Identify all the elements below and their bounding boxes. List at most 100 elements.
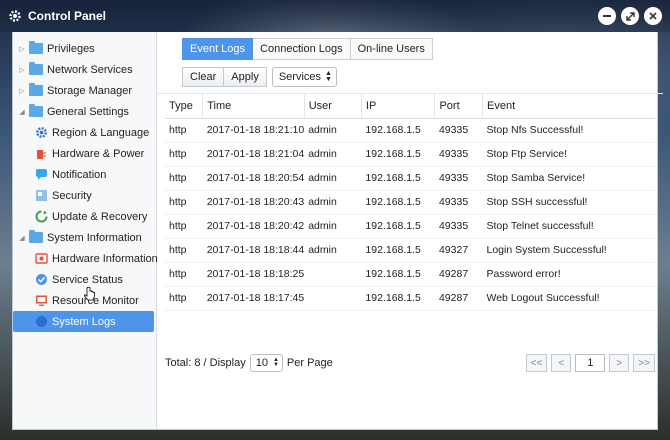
column-header-port[interactable]: Port bbox=[434, 94, 483, 119]
column-header-user[interactable]: User bbox=[304, 94, 362, 119]
caret-right-icon[interactable]: ▷ bbox=[17, 87, 27, 95]
tab-connection-logs[interactable]: Connection Logs bbox=[253, 38, 351, 60]
pagination: << < 1 > >> bbox=[522, 354, 655, 372]
last-page-button[interactable]: >> bbox=[633, 354, 655, 372]
cell-port: 49335 bbox=[434, 118, 483, 143]
tab-on-line-users[interactable]: On-line Users bbox=[350, 38, 433, 60]
cell-port: 49335 bbox=[434, 190, 483, 215]
services-filter-select[interactable]: Services ▲ ▼ bbox=[271, 66, 337, 87]
window-title: Control Panel bbox=[28, 9, 107, 23]
clear-button[interactable]: Clear bbox=[182, 66, 225, 87]
cell-time: 2017-01-18 18:21:04 bbox=[202, 142, 305, 167]
minimize-button[interactable] bbox=[598, 7, 616, 25]
cell-port: 49327 bbox=[434, 238, 483, 263]
cell-event: Stop SSH successful! bbox=[482, 190, 655, 215]
table-header-row: Type Time User IP Port Event bbox=[165, 94, 655, 119]
table-row[interactable]: http 2017-01-18 18:17:45 192.168.1.5 49287 W… bbox=[165, 286, 655, 311]
per-page-value: 10 bbox=[255, 357, 268, 369]
table-row[interactable]: http 2017-01-18 18:20:54 admin 192.168.1.5 4… bbox=[165, 166, 655, 191]
cell-time: 2017-01-18 18:20:43 bbox=[202, 190, 305, 215]
cell-type: http bbox=[165, 262, 203, 287]
caret-right-icon[interactable]: ▷ bbox=[17, 66, 27, 74]
cell-port: 49287 bbox=[434, 262, 483, 287]
table-row[interactable]: http 2017-01-18 18:18:44 admin 192.168.1.5 4… bbox=[165, 238, 655, 263]
gear-icon bbox=[8, 9, 22, 23]
expand-icon bbox=[625, 11, 635, 21]
table-row[interactable]: http 2017-01-18 18:21:04 admin 192.168.1.5 4… bbox=[165, 142, 655, 167]
cell-ip: 192.168.1.5 bbox=[361, 286, 435, 311]
apply-button[interactable]: Apply bbox=[224, 66, 267, 87]
cell-user: admin bbox=[304, 166, 362, 191]
sidebar-item-update-recovery[interactable]: Update & Recovery bbox=[13, 206, 156, 227]
cell-event: Stop Ftp Service! bbox=[482, 142, 655, 167]
refresh-icon bbox=[35, 210, 48, 223]
title-bar[interactable]: Control Panel bbox=[0, 0, 670, 32]
sidebar-item-storage-manager[interactable]: ▷ Storage Manager bbox=[13, 80, 156, 101]
logs-icon bbox=[35, 315, 48, 328]
cell-port: 49287 bbox=[434, 286, 483, 311]
sidebar-item-general-settings[interactable]: ◢ General Settings bbox=[13, 101, 156, 122]
cell-ip: 192.168.1.5 bbox=[361, 214, 435, 239]
tab-event-logs[interactable]: Event Logs bbox=[182, 38, 254, 60]
maximize-button[interactable] bbox=[621, 7, 639, 25]
table-row[interactable]: http 2017-01-18 18:21:10 admin 192.168.1.5 4… bbox=[165, 118, 655, 143]
sidebar-item-privileges[interactable]: ▷ Privileges bbox=[13, 38, 156, 59]
cell-time: 2017-01-18 18:17:45 bbox=[202, 286, 305, 311]
sidebar-item-system-information[interactable]: ◢ System Information bbox=[13, 227, 156, 248]
cell-ip: 192.168.1.5 bbox=[361, 166, 435, 191]
cell-user: admin bbox=[304, 238, 362, 263]
table-row[interactable]: http 2017-01-18 18:18:25 192.168.1.5 49287 P… bbox=[165, 262, 655, 287]
monitor-icon bbox=[35, 294, 48, 307]
caret-down-icon[interactable]: ◢ bbox=[17, 108, 27, 116]
folder-icon bbox=[29, 62, 43, 75]
column-header-ip[interactable]: IP bbox=[361, 94, 436, 119]
cell-event: Login System Successful! bbox=[482, 238, 655, 263]
event-log-table: Type Time User IP Port Event http 2017-01-18 1… bbox=[165, 94, 655, 311]
column-header-time[interactable]: Time bbox=[202, 94, 305, 119]
column-header-type[interactable]: Type bbox=[165, 94, 204, 119]
cell-user: admin bbox=[304, 118, 362, 143]
tab-bar: Event Logs Connection Logs On-line Users bbox=[182, 38, 655, 60]
cell-event: Stop Samba Service! bbox=[482, 166, 655, 191]
updown-icon: ▲ ▼ bbox=[325, 69, 332, 83]
first-page-button[interactable]: << bbox=[525, 354, 548, 372]
chat-icon bbox=[35, 168, 48, 181]
sidebar-item-hardware-information[interactable]: Hardware Information bbox=[13, 248, 158, 269]
sidebar-item-label: Region & Language bbox=[52, 126, 150, 139]
caret-right-icon[interactable]: ▷ bbox=[17, 45, 27, 53]
column-header-event[interactable]: Event bbox=[482, 94, 655, 119]
cell-port: 49335 bbox=[434, 166, 483, 191]
table-row[interactable]: http 2017-01-18 18:20:42 admin 192.168.1.5 4… bbox=[165, 214, 655, 239]
cell-time: 2017-01-18 18:18:25 bbox=[202, 262, 305, 287]
control-panel-window: Control Panel ▷ Privileges ▷ Network Servic… bbox=[0, 0, 670, 440]
total-label: Total: 8 / Display bbox=[165, 357, 246, 369]
sidebar-item-security[interactable]: Security bbox=[13, 185, 156, 206]
sidebar-item-network-services[interactable]: ▷ Network Services bbox=[13, 59, 156, 80]
cell-event: Stop Nfs Successful! bbox=[482, 118, 655, 143]
sidebar-item-label: Hardware Information bbox=[52, 252, 158, 265]
sidebar-item-notification[interactable]: Notification bbox=[13, 164, 156, 185]
hand-cursor-icon bbox=[84, 287, 95, 301]
next-page-button[interactable]: > bbox=[609, 354, 630, 372]
sidebar-item-label: Security bbox=[52, 189, 92, 202]
caret-down-icon[interactable]: ◢ bbox=[17, 234, 27, 242]
cell-event: Password error! bbox=[482, 262, 655, 287]
table-row[interactable]: http 2017-01-18 18:20:43 admin 192.168.1.5 4… bbox=[165, 190, 655, 215]
shield-icon bbox=[35, 189, 48, 202]
sidebar-item-region-language[interactable]: Region & Language bbox=[13, 122, 156, 143]
updown-icon: ▲ ▼ bbox=[272, 357, 279, 368]
sidebar-item-label: Update & Recovery bbox=[52, 210, 148, 223]
sidebar-item-label: Hardware & Power bbox=[52, 147, 145, 160]
close-button[interactable] bbox=[644, 7, 662, 25]
status-icon bbox=[35, 273, 48, 286]
table-footer: Total: 8 / Display 10 ▲ ▼ Per Page << < 1… bbox=[165, 352, 655, 374]
cell-user bbox=[304, 262, 362, 287]
sidebar-item-hardware-power[interactable]: Hardware & Power bbox=[13, 143, 156, 164]
sidebar-item-label: Notification bbox=[52, 168, 107, 181]
per-page-select[interactable]: 10 ▲ ▼ bbox=[249, 354, 283, 372]
page-number-input[interactable]: 1 bbox=[575, 354, 606, 372]
close-icon bbox=[649, 12, 657, 20]
sidebar-item-system-logs[interactable]: System Logs bbox=[13, 311, 154, 332]
prev-page-button[interactable]: < bbox=[551, 354, 572, 372]
minimize-icon bbox=[603, 15, 611, 17]
